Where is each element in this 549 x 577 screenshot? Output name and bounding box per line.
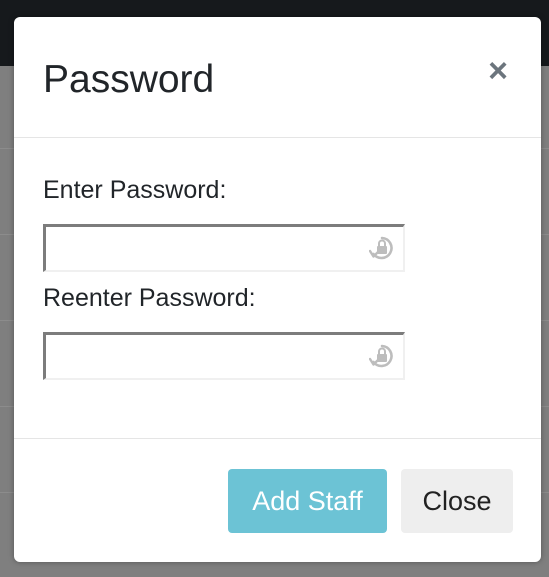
reenter-password-input[interactable] [50, 341, 364, 375]
reenter-password-label: Reenter Password: [43, 284, 256, 312]
close-button[interactable]: Close [401, 469, 513, 533]
lock-refresh-icon[interactable] [369, 343, 395, 371]
modal-footer: Add Staff Close [14, 438, 541, 563]
reenter-password-field-wrapper [43, 332, 405, 380]
password-modal: Password × Enter Password: Reenter Passw… [14, 17, 541, 562]
modal-body: Enter Password: Reenter Password: [14, 138, 541, 438]
enter-password-field-wrapper [43, 224, 405, 272]
lock-refresh-icon[interactable] [369, 235, 395, 263]
enter-password-label: Enter Password: [43, 176, 227, 204]
close-icon[interactable]: × [480, 53, 516, 89]
enter-password-input[interactable] [50, 233, 364, 267]
modal-title: Password [43, 58, 215, 101]
add-staff-button[interactable]: Add Staff [228, 469, 387, 533]
modal-header: Password × [14, 17, 541, 138]
